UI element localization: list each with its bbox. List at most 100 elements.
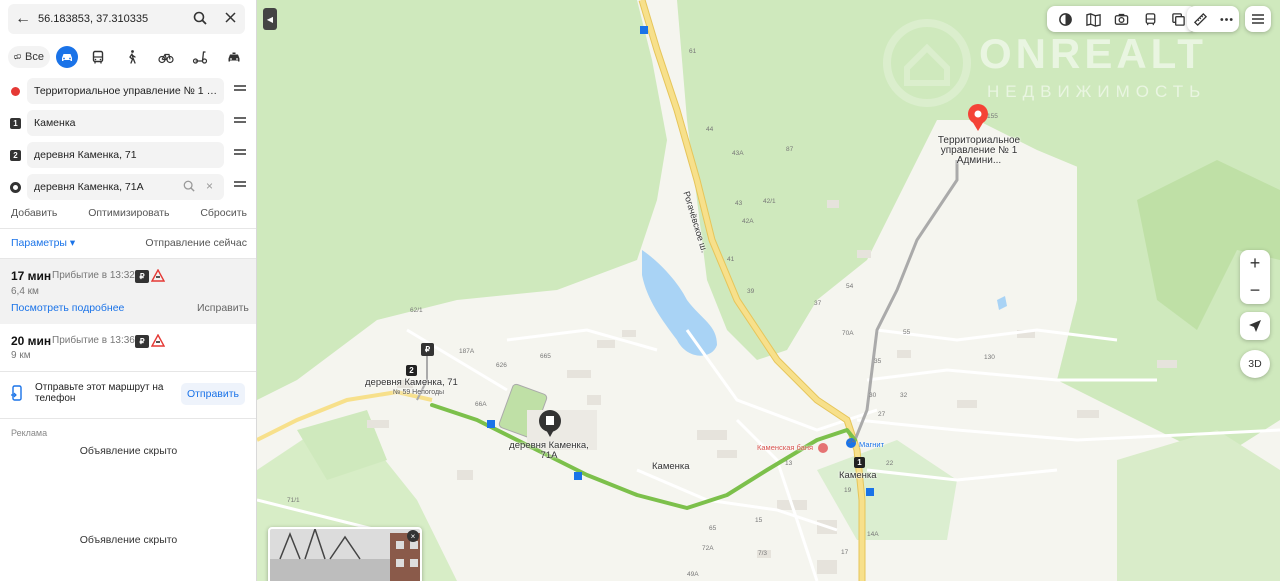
waypoint-input-1[interactable]: Каменка <box>27 110 224 136</box>
panorama-icon[interactable] <box>1113 10 1131 28</box>
bicycle-icon <box>158 53 174 64</box>
zoom-out-button[interactable]: − <box>1240 277 1270 304</box>
transport-modes: Все <box>8 45 248 69</box>
route-distance: 6,4 км <box>11 286 39 297</box>
mode-pedestrian[interactable] <box>118 46 146 68</box>
layers-icon[interactable] <box>1170 10 1188 28</box>
house-number: 32 <box>900 392 908 399</box>
route-arrival: Прибытие в 13:36 <box>52 335 135 346</box>
collapse-panel-button[interactable]: ◀ <box>263 8 277 30</box>
search-box: ← 56.183853, 37.310335 <box>8 4 245 34</box>
house-number: 62/1 <box>410 307 423 314</box>
mode-bus[interactable] <box>84 46 112 68</box>
panorama-image <box>270 529 420 581</box>
clear-icon[interactable]: × <box>206 179 213 193</box>
house-number: 7/3 <box>758 550 768 557</box>
zoom-in-button[interactable]: + <box>1240 250 1270 277</box>
house-number: 72А <box>702 545 714 552</box>
parameters-dropdown[interactable]: Параметры ▾ <box>11 237 75 249</box>
house-number: 71/1 <box>287 497 300 504</box>
waypoint-1: 1 Каменка <box>0 110 256 136</box>
departure-time[interactable]: Отправление сейчас <box>145 237 247 249</box>
house-number: 42А <box>742 218 754 225</box>
route-params: Параметры ▾ Отправление сейчас <box>11 237 247 249</box>
ad-hidden-notice: Объявление скрыто <box>79 445 178 457</box>
waypoint-1-marker[interactable]: 1 <box>854 457 865 468</box>
map-layers-toolbar <box>1047 6 1197 32</box>
search-icon[interactable] <box>183 180 195 195</box>
bus-stop-icon <box>574 472 582 480</box>
mode-bicycle[interactable] <box>152 46 180 68</box>
forest-area <box>1117 430 1280 581</box>
panorama-preview[interactable] <box>268 527 422 581</box>
car-icon <box>62 54 72 61</box>
destination-pin-label: Территориальное управление № 1 Админи... <box>937 135 1021 166</box>
mode-scooter[interactable] <box>186 46 214 68</box>
route-time: 20 мин <box>11 334 52 348</box>
map-layers-icon[interactable] <box>1085 10 1103 28</box>
traffic-icon[interactable] <box>1056 10 1074 28</box>
add-point-button[interactable]: Добавить <box>11 207 57 219</box>
ad-hidden-notice: Объявление скрыто <box>79 534 178 546</box>
transit-icon[interactable] <box>1141 10 1159 28</box>
waypoint-2-marker[interactable]: 2 <box>406 365 417 376</box>
house-number: 19 <box>844 487 852 494</box>
waypoint-2: 2 деревня Каменка, 71 <box>0 142 256 168</box>
divider <box>0 418 256 419</box>
route-fix-link[interactable]: Исправить <box>197 302 249 314</box>
route-details-link[interactable]: Посмотреть подробнее <box>11 302 124 314</box>
forest-area <box>817 440 957 540</box>
waypoint-input-2[interactable]: деревня Каменка, 71 <box>27 142 224 168</box>
optimize-button[interactable]: Оптимизировать <box>88 207 169 219</box>
route-option-2[interactable]: 20 мин Прибытие в 13:36 ₽ 9 км <box>0 324 256 370</box>
route-option-1[interactable]: 17 мин Прибытие в 13:32 ₽ 6,4 км Посмотр… <box>0 259 256 324</box>
bus-stop-label: № 59 Непогоды <box>393 389 445 396</box>
map-view[interactable]: ONREALT НЕДВИЖИМОСТЬ ◀ Рогачёвское ш. Ка… <box>257 0 1280 581</box>
house-number: 24 <box>848 438 856 445</box>
3d-button[interactable]: 3D <box>1240 350 1270 378</box>
drag-handle-icon[interactable] <box>234 117 246 127</box>
house-number: 626 <box>496 362 507 369</box>
reset-button[interactable]: Сбросить <box>200 207 247 219</box>
mode-all[interactable]: Все <box>8 46 50 68</box>
back-arrow-icon[interactable]: ← <box>8 10 38 28</box>
drag-handle-icon[interactable] <box>234 181 246 191</box>
mode-taxi[interactable] <box>220 46 248 68</box>
waypoint-input-start[interactable]: Территориальное управление № 1 Адм... <box>27 78 224 104</box>
house-number: 65 <box>709 525 717 532</box>
location-arrow-icon <box>1249 320 1261 332</box>
house-number: 15 <box>755 517 763 524</box>
banya-icon <box>818 443 828 453</box>
send-button[interactable]: Отправить <box>181 383 245 405</box>
warning-icon <box>150 268 166 282</box>
house-number: 66А <box>475 401 487 408</box>
multimodal-icon <box>14 54 21 60</box>
toll-road-icon: ₽ <box>421 343 434 356</box>
my-location-button[interactable] <box>1240 312 1270 340</box>
coordinates-input[interactable]: 56.183853, 37.310335 <box>38 13 185 25</box>
start-point-marker <box>11 87 20 96</box>
toll-road-icon: ₽ <box>135 335 149 348</box>
house-number: 43А <box>732 150 744 157</box>
watermark-subtitle: НЕДВИЖИМОСТЬ <box>987 82 1207 101</box>
house-number: 87 <box>786 146 794 153</box>
mode-car[interactable] <box>56 46 78 68</box>
house-number: 187А <box>459 348 475 355</box>
house-number: 17 <box>841 549 849 556</box>
tools-toolbar <box>1187 6 1239 32</box>
scooter-icon <box>192 51 208 64</box>
route-distance: 9 км <box>11 350 31 361</box>
ruler-icon[interactable] <box>1191 10 1209 28</box>
more-dots-icon[interactable] <box>1217 10 1235 28</box>
route-actions: Добавить Оптимизировать Сбросить <box>11 207 247 219</box>
house-number: 39 <box>747 288 755 295</box>
menu-hamburger-icon[interactable] <box>1245 6 1271 32</box>
close-icon[interactable] <box>215 12 245 26</box>
waypoint-number-badge: 1 <box>10 118 21 129</box>
search-icon[interactable] <box>185 11 215 28</box>
close-icon[interactable]: × <box>407 530 419 542</box>
drag-handle-icon[interactable] <box>234 85 246 95</box>
house-number: 27 <box>878 411 886 418</box>
warning-icon <box>150 333 166 347</box>
drag-handle-icon[interactable] <box>234 149 246 159</box>
